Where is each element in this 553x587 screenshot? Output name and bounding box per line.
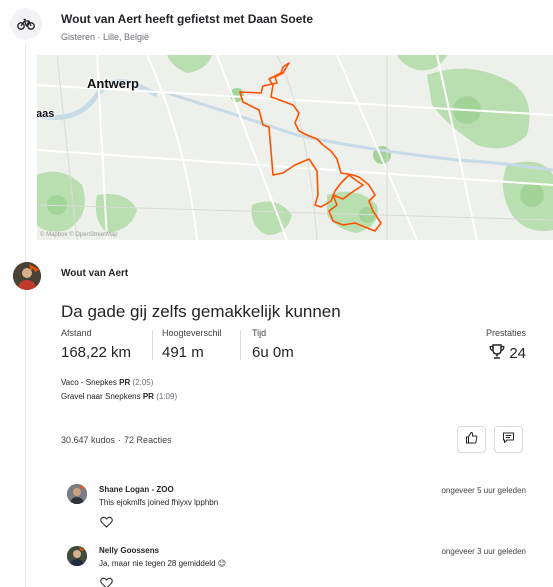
stat-time-label: Tijd: [252, 328, 267, 338]
map-copyright: © Mapbox © OpenStreetMap: [40, 232, 118, 238]
thumbs-up-icon: [465, 431, 478, 449]
achievements-label: Prestaties: [485, 328, 526, 338]
stat-elevation-label: Hoogteverschil: [162, 328, 222, 338]
comment-timestamp: ongeveer 3 uur geleden: [441, 547, 526, 556]
stat-elevation-value: 491 m: [162, 344, 204, 361]
comment-button[interactable]: [494, 426, 523, 453]
group-activity-meta: Gisteren · Lille, België: [61, 32, 150, 42]
segment-effort[interactable]: Gravel naar Snepkens PR (1:09): [61, 392, 177, 401]
stat-divider: [240, 330, 241, 360]
comment-text: This ejokmlfs joined fhiyxv lpphbn: [99, 498, 219, 507]
reactions-count[interactable]: 72 Reacties: [124, 435, 172, 445]
athlete-avatar[interactable]: [13, 262, 41, 290]
athlete-name[interactable]: Wout van Aert: [61, 268, 128, 279]
comment-author[interactable]: Shane Logan - ZOO: [99, 485, 174, 494]
map-partial-label: laas: [37, 108, 55, 120]
group-activity-title[interactable]: Wout van Aert heeft gefietst met Daan So…: [61, 12, 313, 26]
heart-icon[interactable]: [100, 515, 113, 528]
pr-badge: PR: [119, 378, 131, 387]
stat-divider: [152, 330, 153, 360]
stat-distance-value: 168,22 km: [61, 344, 132, 361]
segment-name: Gravel naar Snepkens: [61, 392, 141, 401]
comment-text: Ja, maar nie tegen 28 gemiddeld 😉: [99, 559, 227, 568]
map-city-label: Antwerp: [87, 76, 139, 91]
stat-elevation: Hoogteverschil 491 m: [162, 328, 222, 361]
comment-timestamp: ongeveer 5 uur geleden: [441, 486, 526, 495]
activity-title[interactable]: Da gade gij zelfs gemakkelijk kunnen: [61, 302, 341, 322]
kudos-separator: ·: [118, 435, 122, 445]
commenter-avatar[interactable]: [67, 546, 87, 566]
achievements-count: 24: [509, 345, 526, 362]
stat-time: Tijd 6u 0m: [252, 328, 294, 361]
trophy-icon: [489, 344, 505, 363]
segment-time: (1:09): [156, 392, 178, 401]
segment-effort[interactable]: Vaco - Snepkes PR (2:05): [61, 378, 153, 387]
segment-time: (2:05): [132, 378, 154, 387]
heart-icon[interactable]: [100, 576, 113, 587]
comment-author[interactable]: Nelly Goossens: [99, 546, 159, 555]
comment-icon: [502, 431, 515, 449]
pr-badge: PR: [142, 392, 154, 401]
feed-timeline-line: [25, 44, 26, 587]
stat-distance: Afstand 168,22 km: [61, 328, 131, 361]
kudos-summary[interactable]: 30.647 kudos · 72 Reacties: [61, 435, 172, 445]
stat-time-value: 6u 0m: [252, 344, 294, 361]
kudo-button[interactable]: [457, 426, 486, 453]
kudos-count[interactable]: 30.647 kudos: [61, 435, 115, 445]
commenter-avatar[interactable]: [67, 484, 87, 504]
bike-icon: [10, 8, 42, 40]
segment-name: Vaco - Snepkes: [61, 378, 117, 387]
stat-distance-label: Afstand: [61, 328, 92, 338]
route-map[interactable]: Antwerp laas © Mapbox © OpenStreetMap: [37, 55, 553, 240]
achievements[interactable]: Prestaties 24: [486, 328, 526, 363]
